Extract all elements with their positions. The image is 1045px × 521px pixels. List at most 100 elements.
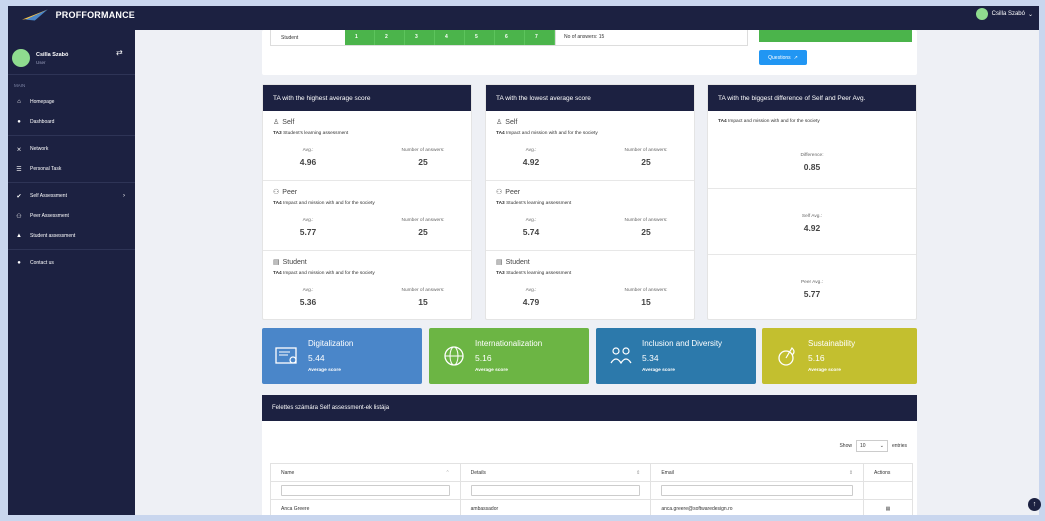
home-icon: ⌂ (17, 99, 21, 105)
user-menu[interactable]: Csilla Szabó ⌄ (975, 8, 1033, 20)
ta-desc: Student's learning assessment (506, 271, 572, 276)
chat-icon: ● (17, 260, 21, 266)
name-filter-input[interactable] (281, 485, 450, 496)
sidebar-item-self-assessment[interactable]: ✔ Self Assessment › (0, 186, 135, 206)
count-value: 25 (641, 227, 651, 237)
top-navbar: PROFFORMANCE Csilla Szabó ⌄ (0, 0, 1045, 30)
topic-card-internationalization[interactable]: Internationalization 5.16 Average score (429, 328, 589, 384)
page-size-select[interactable]: 10 ⌄ (855, 440, 888, 452)
topic-score: 5.16 (475, 353, 492, 363)
sidebar-item-dashboard[interactable]: ● Dashboard (0, 112, 135, 132)
score-cell: 3 (405, 30, 435, 45)
sidebar-item-label: Personal Task (30, 166, 62, 172)
sidebar-item-homepage[interactable]: ⌂ Homepage (0, 92, 135, 112)
column-label: Email (661, 469, 674, 476)
difference-label: Difference: (800, 153, 824, 158)
self-avg-value: 4.92 (803, 223, 821, 233)
email-filter-input[interactable] (661, 485, 854, 496)
cell-name: Anca Greere (270, 499, 461, 518)
chevron-down-icon: ⌄ (1027, 11, 1033, 18)
avatar (975, 8, 988, 20)
avatar (12, 49, 30, 67)
green-action-bar[interactable] (759, 30, 912, 42)
score-cell: 4 (435, 30, 465, 45)
topic-card-inclusion-and-diversity[interactable]: Inclusion and Diversity 5.34 Average sco… (596, 328, 756, 384)
people-icon (610, 347, 632, 365)
sidebar-item-peer-assessment[interactable]: ⚇ Peer Assessment (0, 206, 135, 226)
section-title: Self (505, 118, 518, 126)
topic-score: 5.34 (642, 353, 659, 363)
ta-code: TA3 (273, 131, 282, 136)
peer-icon: ⚇ (496, 189, 503, 196)
arrow-up-icon: ↑ (1032, 501, 1037, 508)
section-title: Student (505, 258, 530, 266)
avg-label: Avg.: (525, 288, 537, 293)
panel-title: TA with the biggest difference of Self a… (708, 85, 916, 111)
highest-score-panel: TA with the highest average score ♙ Self … (262, 84, 472, 320)
sidebar-item-contact-us[interactable]: ● Contact us (0, 253, 135, 273)
ta-code: TA4 (718, 119, 727, 124)
user-name: Csilla Szabó (991, 11, 1025, 17)
profile: Csilla Szabó User ⇄ (0, 30, 135, 75)
cell-details: ambassador (459, 499, 652, 518)
count-label: Number of answers: (624, 148, 668, 153)
topic-card-digitalization[interactable]: Digitalization 5.44 Average score (262, 328, 422, 384)
score-cell: 7 (525, 30, 555, 45)
show-label: Show (839, 443, 852, 449)
count-value: 25 (418, 227, 428, 237)
score-cell: 6 (495, 30, 525, 45)
brand[interactable]: PROFFORMANCE (0, 8, 135, 22)
count-label: Number of answers: (624, 288, 668, 293)
score-cell: 1 (345, 30, 375, 45)
ta-desc: Impact and mission with and for the soci… (506, 131, 598, 136)
panel-title: TA with the highest average score (263, 85, 471, 111)
sidebar-item-student-assessment[interactable]: ▲ Student assessment (0, 226, 135, 246)
topic-subtitle: Average score (308, 368, 341, 373)
topic-subtitle: Average score (475, 368, 508, 373)
ta-code: TA4 (273, 201, 282, 206)
divider (0, 249, 135, 250)
list-icon: ☰ (16, 166, 22, 173)
avg-label: Avg.: (302, 148, 314, 153)
chevron-down-icon: ⌄ (879, 443, 884, 449)
avg-value: 5.36 (299, 297, 317, 307)
sidebar-item-label: Student assessment (30, 233, 76, 239)
questions-button[interactable]: Questions ↗ (759, 50, 807, 65)
self-section: ♙ Self TA3 Student's learning assessment … (263, 111, 471, 181)
topic-subtitle: Average score (642, 368, 675, 373)
sidebar-item-network[interactable]: ⨯ Network (0, 139, 135, 159)
scroll-to-top-button[interactable]: ↑ (1028, 498, 1041, 511)
sustainability-icon (778, 347, 795, 366)
document-icon: ▤ (273, 259, 280, 266)
score-cell: 5 (465, 30, 495, 45)
count-label: Number of answers: (401, 288, 445, 293)
sidebar-item-label: Peer Assessment (30, 213, 69, 219)
ta-code: TA3 (496, 201, 505, 206)
ta-code: TA3 (496, 271, 505, 276)
self-section: ♙ Self TA4 Impact and mission with and fo… (486, 111, 694, 181)
topic-name: Inclusion and Diversity (642, 339, 723, 348)
column-header-name[interactable]: Name ⌃ (270, 463, 461, 482)
topic-card-sustainability[interactable]: Sustainability 5.16 Average score (762, 328, 917, 384)
column-header-email[interactable]: Email ⇕ (650, 463, 865, 482)
profile-name: Csilla Szabó (36, 51, 69, 58)
page-size-value: 10 (859, 443, 866, 449)
table-row[interactable]: Anca Greere ambassador anca.greere@softw… (270, 499, 913, 518)
swap-icon[interactable]: ⇄ (116, 48, 123, 57)
external-link-icon: ↗ (793, 54, 798, 61)
avg-value: 5.77 (299, 227, 317, 237)
sort-icon: ⌃ (445, 469, 450, 476)
difference-panel: TA with the biggest difference of Self a… (707, 84, 917, 320)
topic-name: Internationalization (475, 339, 543, 348)
topic-subtitle: Average score (808, 368, 841, 373)
actions-icon[interactable]: ▦ (863, 499, 913, 518)
avg-value: 4.79 (522, 297, 540, 307)
details-filter-input[interactable] (470, 485, 641, 496)
sidebar-item-personal-task[interactable]: ☰ Personal Task (0, 159, 135, 179)
column-label: Name (281, 469, 295, 476)
topic-score: 5.16 (808, 353, 825, 363)
topic-name: Digitalization (308, 339, 354, 348)
column-header-details[interactable]: Details ⇕ (459, 463, 652, 482)
self-avg-label: Self Avg.: (801, 214, 823, 219)
questions-button-label: Questions (768, 54, 791, 61)
